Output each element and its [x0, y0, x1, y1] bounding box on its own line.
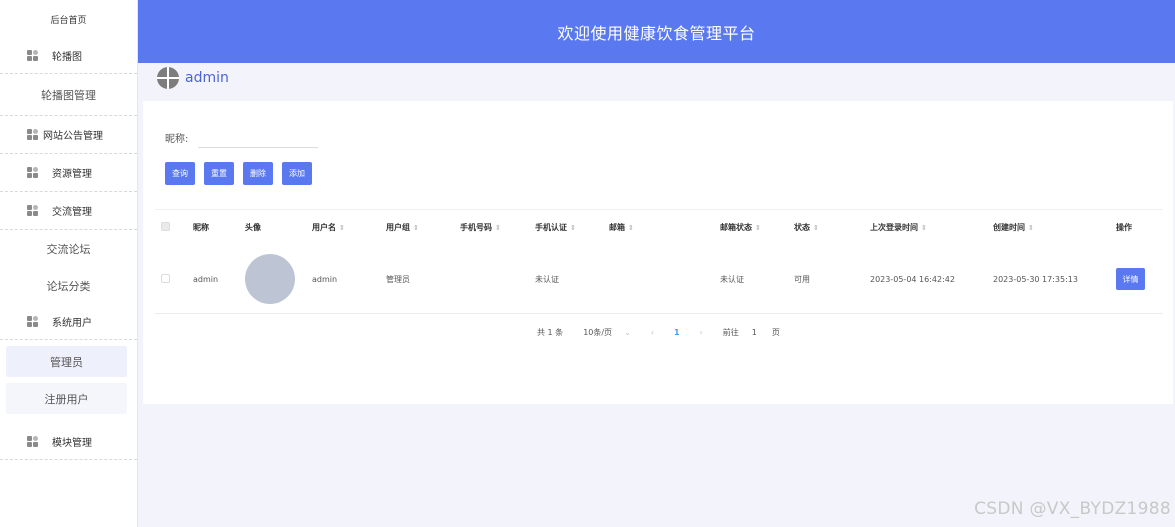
nickname-label: 昵称: — [165, 134, 189, 145]
sidebar-item-forum-category[interactable]: 论坛分类 — [0, 267, 137, 304]
search-form: 昵称: — [165, 127, 319, 148]
sidebar: 后台首页 轮播图 轮播图管理 网站公告管理 资源管理 交流管理 交流论坛 论坛分… — [0, 0, 138, 527]
user-photo — [245, 254, 295, 305]
user-table: 昵称 头像 用户名 ⇕ 用户组 ⇕ 手机号码 ⇕ 手机认证 ⇕ 邮箱 ⇕ 邮箱状态 ⇕ 状态… — [155, 209, 1163, 314]
cell-email-status: 未认证 — [720, 274, 744, 284]
sidebar-item-carousel-manage[interactable]: 轮播图管理 — [0, 74, 137, 116]
col-header-sortable[interactable]: 上次登录时间 ⇕ — [870, 210, 993, 246]
sort-icon[interactable]: ⇕ — [1028, 224, 1034, 232]
sidebar-group-label: 模块管理 — [52, 438, 92, 449]
cell-phone-verify: 未认证 — [535, 274, 559, 284]
avatar-icon[interactable] — [157, 67, 179, 89]
sidebar-home[interactable]: 后台首页 — [0, 0, 137, 38]
cell-username: admin — [312, 274, 338, 284]
sidebar-item-forum[interactable]: 交流论坛 — [0, 230, 137, 267]
col-header-sortable[interactable]: 用户组 ⇕ — [386, 210, 460, 246]
cell-phone — [460, 246, 535, 314]
query-button[interactable]: 查询 — [165, 162, 195, 185]
sidebar-group-label: 网站公告管理 — [43, 131, 103, 142]
cell-created: 2023-05-30 17:35:13 — [993, 274, 1078, 284]
cell-last-login: 2023-05-04 16:42:42 — [870, 274, 955, 284]
user-name[interactable]: admin — [185, 70, 229, 86]
delete-button[interactable]: 删除 — [243, 162, 273, 185]
page-suffix: 页 — [771, 328, 780, 337]
grid-icon — [27, 128, 39, 141]
app-title: 欢迎使用健康饮食管理平台 — [557, 23, 756, 43]
sort-icon[interactable]: ⇕ — [813, 224, 819, 232]
table-header-row: 昵称 头像 用户名 ⇕ 用户组 ⇕ 手机号码 ⇕ 手机认证 ⇕ 邮箱 ⇕ 邮箱状态 ⇕ 状态… — [155, 209, 1163, 246]
sidebar-group-resource[interactable]: 资源管理 — [0, 154, 137, 192]
prev-page-icon[interactable]: ‹ — [651, 328, 654, 337]
sidebar-group-carousel[interactable]: 轮播图 — [0, 38, 137, 74]
header: 欢迎使用健康饮食管理平台 — [138, 0, 1175, 63]
select-all-checkbox[interactable] — [161, 222, 170, 232]
page-size-select[interactable]: 10条/页 — [583, 327, 612, 338]
sort-icon[interactable]: ⇕ — [413, 224, 419, 232]
col-header-sortable[interactable]: 邮箱状态 ⇕ — [720, 210, 794, 246]
sidebar-group-label: 系统用户 — [52, 318, 92, 329]
table-row: admin admin 管理员 未认证 未认证 可用 2023-05-04 16… — [155, 246, 1163, 314]
row-checkbox[interactable] — [161, 273, 170, 283]
sidebar-group-modules[interactable]: 模块管理 — [0, 424, 137, 460]
toolbar: 查询 重置 删除 添加 — [165, 162, 312, 185]
col-header-sortable[interactable]: 手机认证 ⇕ — [535, 210, 609, 246]
sidebar-group-label: 交流管理 — [52, 207, 92, 218]
sort-icon[interactable]: ⇕ — [628, 224, 634, 232]
user-bar: admin — [138, 63, 1175, 93]
col-header-sortable[interactable]: 创建时间 ⇕ — [993, 210, 1116, 246]
col-header: 昵称 — [193, 223, 209, 233]
sidebar-group-communication[interactable]: 交流管理 — [0, 192, 137, 230]
sort-icon[interactable]: ⇕ — [755, 224, 761, 232]
watermark: CSDN @VX_BYDZ1988 — [974, 499, 1171, 519]
goto-page-input[interactable]: 1 — [752, 328, 757, 337]
next-page-icon[interactable]: › — [700, 328, 703, 337]
sort-icon[interactable]: ⇕ — [495, 224, 501, 232]
col-header-sortable[interactable]: 状态 ⇕ — [794, 210, 870, 246]
grid-icon — [27, 435, 39, 448]
sidebar-group-label: 资源管理 — [52, 169, 92, 180]
col-header: 头像 — [245, 223, 261, 233]
grid-icon — [27, 204, 39, 217]
chevron-down-icon[interactable]: ⌄ — [624, 328, 631, 337]
cell-nickname: admin — [193, 274, 219, 284]
sort-icon[interactable]: ⇕ — [339, 224, 345, 232]
goto-label: 前往 — [722, 328, 739, 337]
col-header-sortable[interactable]: 手机号码 ⇕ — [460, 210, 535, 246]
page-number-current[interactable]: 1 — [674, 328, 680, 337]
add-button[interactable]: 添加 — [282, 162, 312, 185]
sidebar-item-admin[interactable]: 管理员 — [6, 346, 127, 377]
sort-icon[interactable]: ⇕ — [921, 224, 927, 232]
grid-icon — [27, 166, 39, 179]
cell-group: 管理员 — [386, 274, 410, 284]
col-header: 操作 — [1116, 223, 1132, 233]
col-header-sortable[interactable]: 邮箱 ⇕ — [609, 210, 720, 246]
detail-button[interactable]: 详情 — [1116, 268, 1145, 291]
sidebar-group-label: 轮播图 — [52, 52, 82, 63]
pagination: 共 1 条 10条/页 ⌄ ‹ 1 › 前往 1 页 — [537, 327, 780, 338]
reset-button[interactable]: 重置 — [204, 162, 234, 185]
sidebar-item-registered-users[interactable]: 注册用户 — [6, 383, 127, 414]
pager-total: 共 1 条 — [537, 328, 564, 337]
sidebar-group-system-users[interactable]: 系统用户 — [0, 304, 137, 340]
main-card: 昵称: 查询 重置 删除 添加 昵称 头像 用户名 ⇕ 用户组 ⇕ 手机号码 ⇕ 手机… — [143, 101, 1173, 404]
nickname-input[interactable] — [198, 127, 319, 148]
grid-icon — [27, 49, 39, 62]
sidebar-group-notice[interactable]: 网站公告管理 — [0, 116, 137, 154]
cell-status: 可用 — [794, 274, 810, 284]
grid-icon — [27, 315, 39, 328]
col-header-sortable[interactable]: 用户名 ⇕ — [312, 210, 386, 246]
sort-icon[interactable]: ⇕ — [570, 224, 576, 232]
cell-email — [609, 246, 720, 314]
